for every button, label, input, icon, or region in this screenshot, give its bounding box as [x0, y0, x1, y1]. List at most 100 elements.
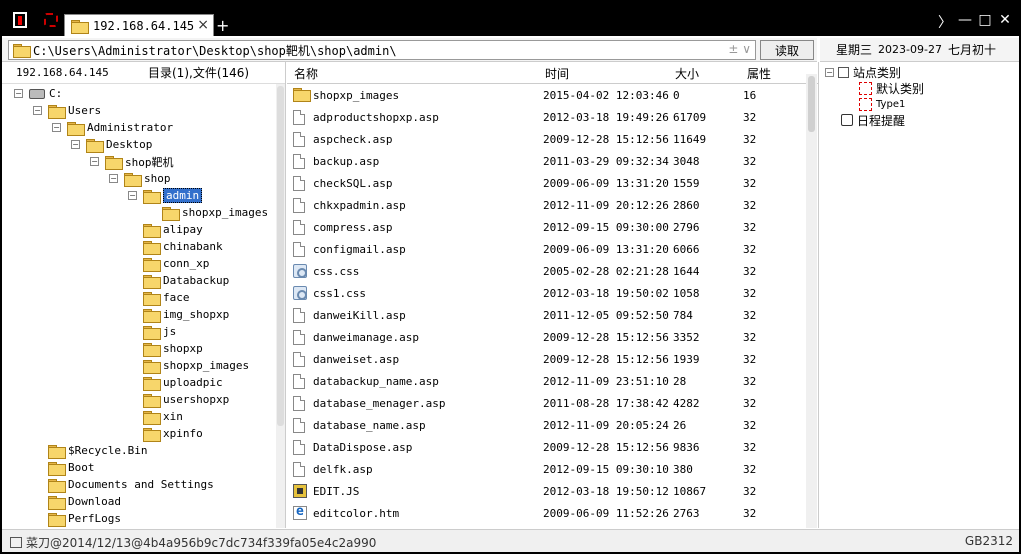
- tree-node[interactable]: − Desktop: [71, 136, 152, 153]
- file-row[interactable]: danweimanage.asp 2009-12-28 15:12:56 3352 3…: [287, 327, 805, 349]
- add-tab-button[interactable]: +: [216, 16, 229, 35]
- file-row[interactable]: backup.asp 2011-03-29 09:32:34 3048 32: [287, 151, 805, 173]
- site-category-node[interactable]: − 站点类别: [825, 64, 901, 80]
- site-panel: − 站点类别 默认类别 Type1 日程提醒: [818, 62, 1019, 528]
- tree-node[interactable]: PerfLogs: [33, 510, 121, 527]
- tree-node[interactable]: js: [128, 323, 176, 340]
- more-icon[interactable]: 〉: [936, 12, 954, 32]
- file-attr: 32: [743, 419, 757, 432]
- file-row[interactable]: configmail.asp 2009-06-09 13:31:20 6066 32: [287, 239, 805, 261]
- file-attr: 32: [743, 441, 757, 454]
- tree-node[interactable]: shopxp: [128, 340, 203, 357]
- tree-node[interactable]: Databackup: [128, 272, 229, 289]
- file-row[interactable]: editcolor.htm 2009-06-09 11:52:26 2763 32: [287, 503, 805, 525]
- tree-node[interactable]: xin: [128, 408, 183, 425]
- collapse-icon[interactable]: −: [14, 89, 23, 98]
- file-list-scrollbar[interactable]: [806, 74, 817, 528]
- item-count: 目录(1),文件(146): [148, 66, 250, 80]
- file-name: aspcheck.asp: [313, 133, 393, 146]
- folder-open-icon: [143, 189, 161, 204]
- column-time[interactable]: 时间: [545, 65, 569, 82]
- tree-node[interactable]: − Administrator: [52, 119, 173, 136]
- file-row[interactable]: EDIT.JS 2012-03-18 19:50:12 10867 32: [287, 481, 805, 503]
- file-size: 0: [673, 89, 680, 102]
- calendar-icon: [841, 114, 853, 126]
- file-row[interactable]: delfk.asp 2012-09-15 09:30:10 380 32: [287, 459, 805, 481]
- file-attr: 32: [743, 221, 757, 234]
- tree-node[interactable]: conn_xp: [128, 255, 209, 272]
- tree-node[interactable]: uploadpic: [128, 374, 223, 391]
- tree-node[interactable]: Documents and Settings: [33, 476, 214, 493]
- type1-node[interactable]: Type1: [859, 96, 905, 112]
- file-size: 28: [673, 375, 687, 388]
- record-icon[interactable]: [38, 8, 64, 32]
- file-row[interactable]: databackup_name.asp 2012-11-09 23:51:10 28…: [287, 371, 805, 393]
- tree-node[interactable]: Download: [33, 493, 121, 510]
- collapse-icon[interactable]: −: [33, 106, 42, 115]
- tree-node[interactable]: face: [128, 289, 190, 306]
- file-name: database_name.asp: [313, 419, 426, 432]
- path-text: C:\Users\Administrator\Desktop\shop靶机\sh…: [33, 43, 397, 58]
- file-row[interactable]: database_menager.asp 2011-08-28 17:38:42 4…: [287, 393, 805, 415]
- tree-node-label: uploadpic: [163, 376, 223, 389]
- collapse-icon[interactable]: −: [52, 123, 61, 132]
- file-attr: 32: [743, 199, 757, 212]
- folder-icon: [71, 19, 89, 34]
- tree-node[interactable]: Boot: [33, 459, 95, 476]
- tree-node[interactable]: chinabank: [128, 238, 223, 255]
- file-row[interactable]: css.css 2005-02-28 02:21:28 1644 32: [287, 261, 805, 283]
- minimize-button[interactable]: —: [956, 12, 974, 28]
- column-attr[interactable]: 属性: [747, 65, 771, 82]
- tree-node[interactable]: $Recycle.Bin: [33, 442, 147, 459]
- tree-node-label: Desktop: [106, 138, 153, 151]
- collapse-icon[interactable]: −: [109, 174, 118, 183]
- tree-node[interactable]: shopxp_images: [128, 357, 249, 374]
- file-time: 2009-06-09 13:31:20: [543, 177, 669, 190]
- file-row[interactable]: danweiKill.asp 2011-12-05 09:52:50 784 32: [287, 305, 805, 327]
- tree-node-label: js: [163, 325, 177, 338]
- collapse-icon[interactable]: −: [825, 67, 834, 77]
- collapse-icon[interactable]: −: [128, 191, 137, 200]
- tree-node[interactable]: − shop靶机: [90, 153, 174, 170]
- file-row[interactable]: aspcheck.asp 2009-12-28 15:12:56 11649 32: [287, 129, 805, 151]
- tree-node[interactable]: − shop: [109, 170, 171, 187]
- tree-scrollbar[interactable]: [276, 84, 285, 528]
- app-logo-icon[interactable]: [7, 8, 33, 32]
- path-input[interactable]: C:\Users\Administrator\Desktop\shop靶机\sh…: [8, 40, 756, 60]
- tree-node[interactable]: alipay: [128, 221, 203, 238]
- maximize-button[interactable]: □: [976, 12, 994, 28]
- path-dropdown-icon[interactable]: ± ∨: [728, 42, 751, 56]
- file-row[interactable]: compress.asp 2012-09-15 09:30:00 2796 32: [287, 217, 805, 239]
- tree-node[interactable]: xpinfo: [128, 425, 203, 442]
- file-row[interactable]: shopxp_images 2015-04-02 12:03:46 0 16: [287, 85, 805, 107]
- tree-node-label: Users: [68, 104, 102, 117]
- tab-close-icon[interactable]: ×: [197, 17, 209, 33]
- file-row[interactable]: adproductshopxp.asp 2012-03-18 19:49:26 61…: [287, 107, 805, 129]
- file-row[interactable]: css1.css 2012-03-18 19:50:02 1058 32: [287, 283, 805, 305]
- file-row[interactable]: chkxpadmin.asp 2012-11-09 20:12:26 2860 32: [287, 195, 805, 217]
- column-name[interactable]: 名称: [294, 65, 318, 82]
- collapse-icon[interactable]: −: [90, 157, 99, 166]
- encoding-label[interactable]: GB2312: [965, 534, 1013, 548]
- tree-node[interactable]: − C:: [14, 85, 62, 102]
- file-row[interactable]: danweiset.asp 2009-12-28 15:12:56 1939 32: [287, 349, 805, 371]
- file-name: EDIT.JS: [313, 485, 360, 498]
- file-row[interactable]: DataDispose.asp 2009-12-28 15:12:56 9836 32: [287, 437, 805, 459]
- file-icon: [293, 462, 305, 477]
- close-button[interactable]: ✕: [996, 12, 1014, 28]
- tree-node[interactable]: img_shopxp: [128, 306, 229, 323]
- tree-node[interactable]: − admin: [128, 187, 203, 204]
- file-row[interactable]: checkSQL.asp 2009-06-09 13:31:20 1559 32: [287, 173, 805, 195]
- tree-node[interactable]: shopxp_images: [147, 204, 268, 221]
- tree-node[interactable]: usershopxp: [128, 391, 229, 408]
- schedule-node[interactable]: 日程提醒: [841, 112, 905, 128]
- column-size[interactable]: 大小: [675, 65, 699, 82]
- read-button[interactable]: 读取: [760, 40, 814, 60]
- default-category-node[interactable]: 默认类别: [859, 80, 924, 96]
- file-row[interactable]: database_name.asp 2012-11-09 20:05:24 26 32: [287, 415, 805, 437]
- collapse-icon[interactable]: −: [71, 140, 80, 149]
- file-list-panel: 名称 时间 大小 属性 shopxp_images 2015-04-02 12:0…: [287, 62, 818, 528]
- folder-icon: [48, 104, 66, 119]
- tree-node[interactable]: − Users: [33, 102, 101, 119]
- tab-host[interactable]: 192.168.64.145 ×: [64, 14, 214, 36]
